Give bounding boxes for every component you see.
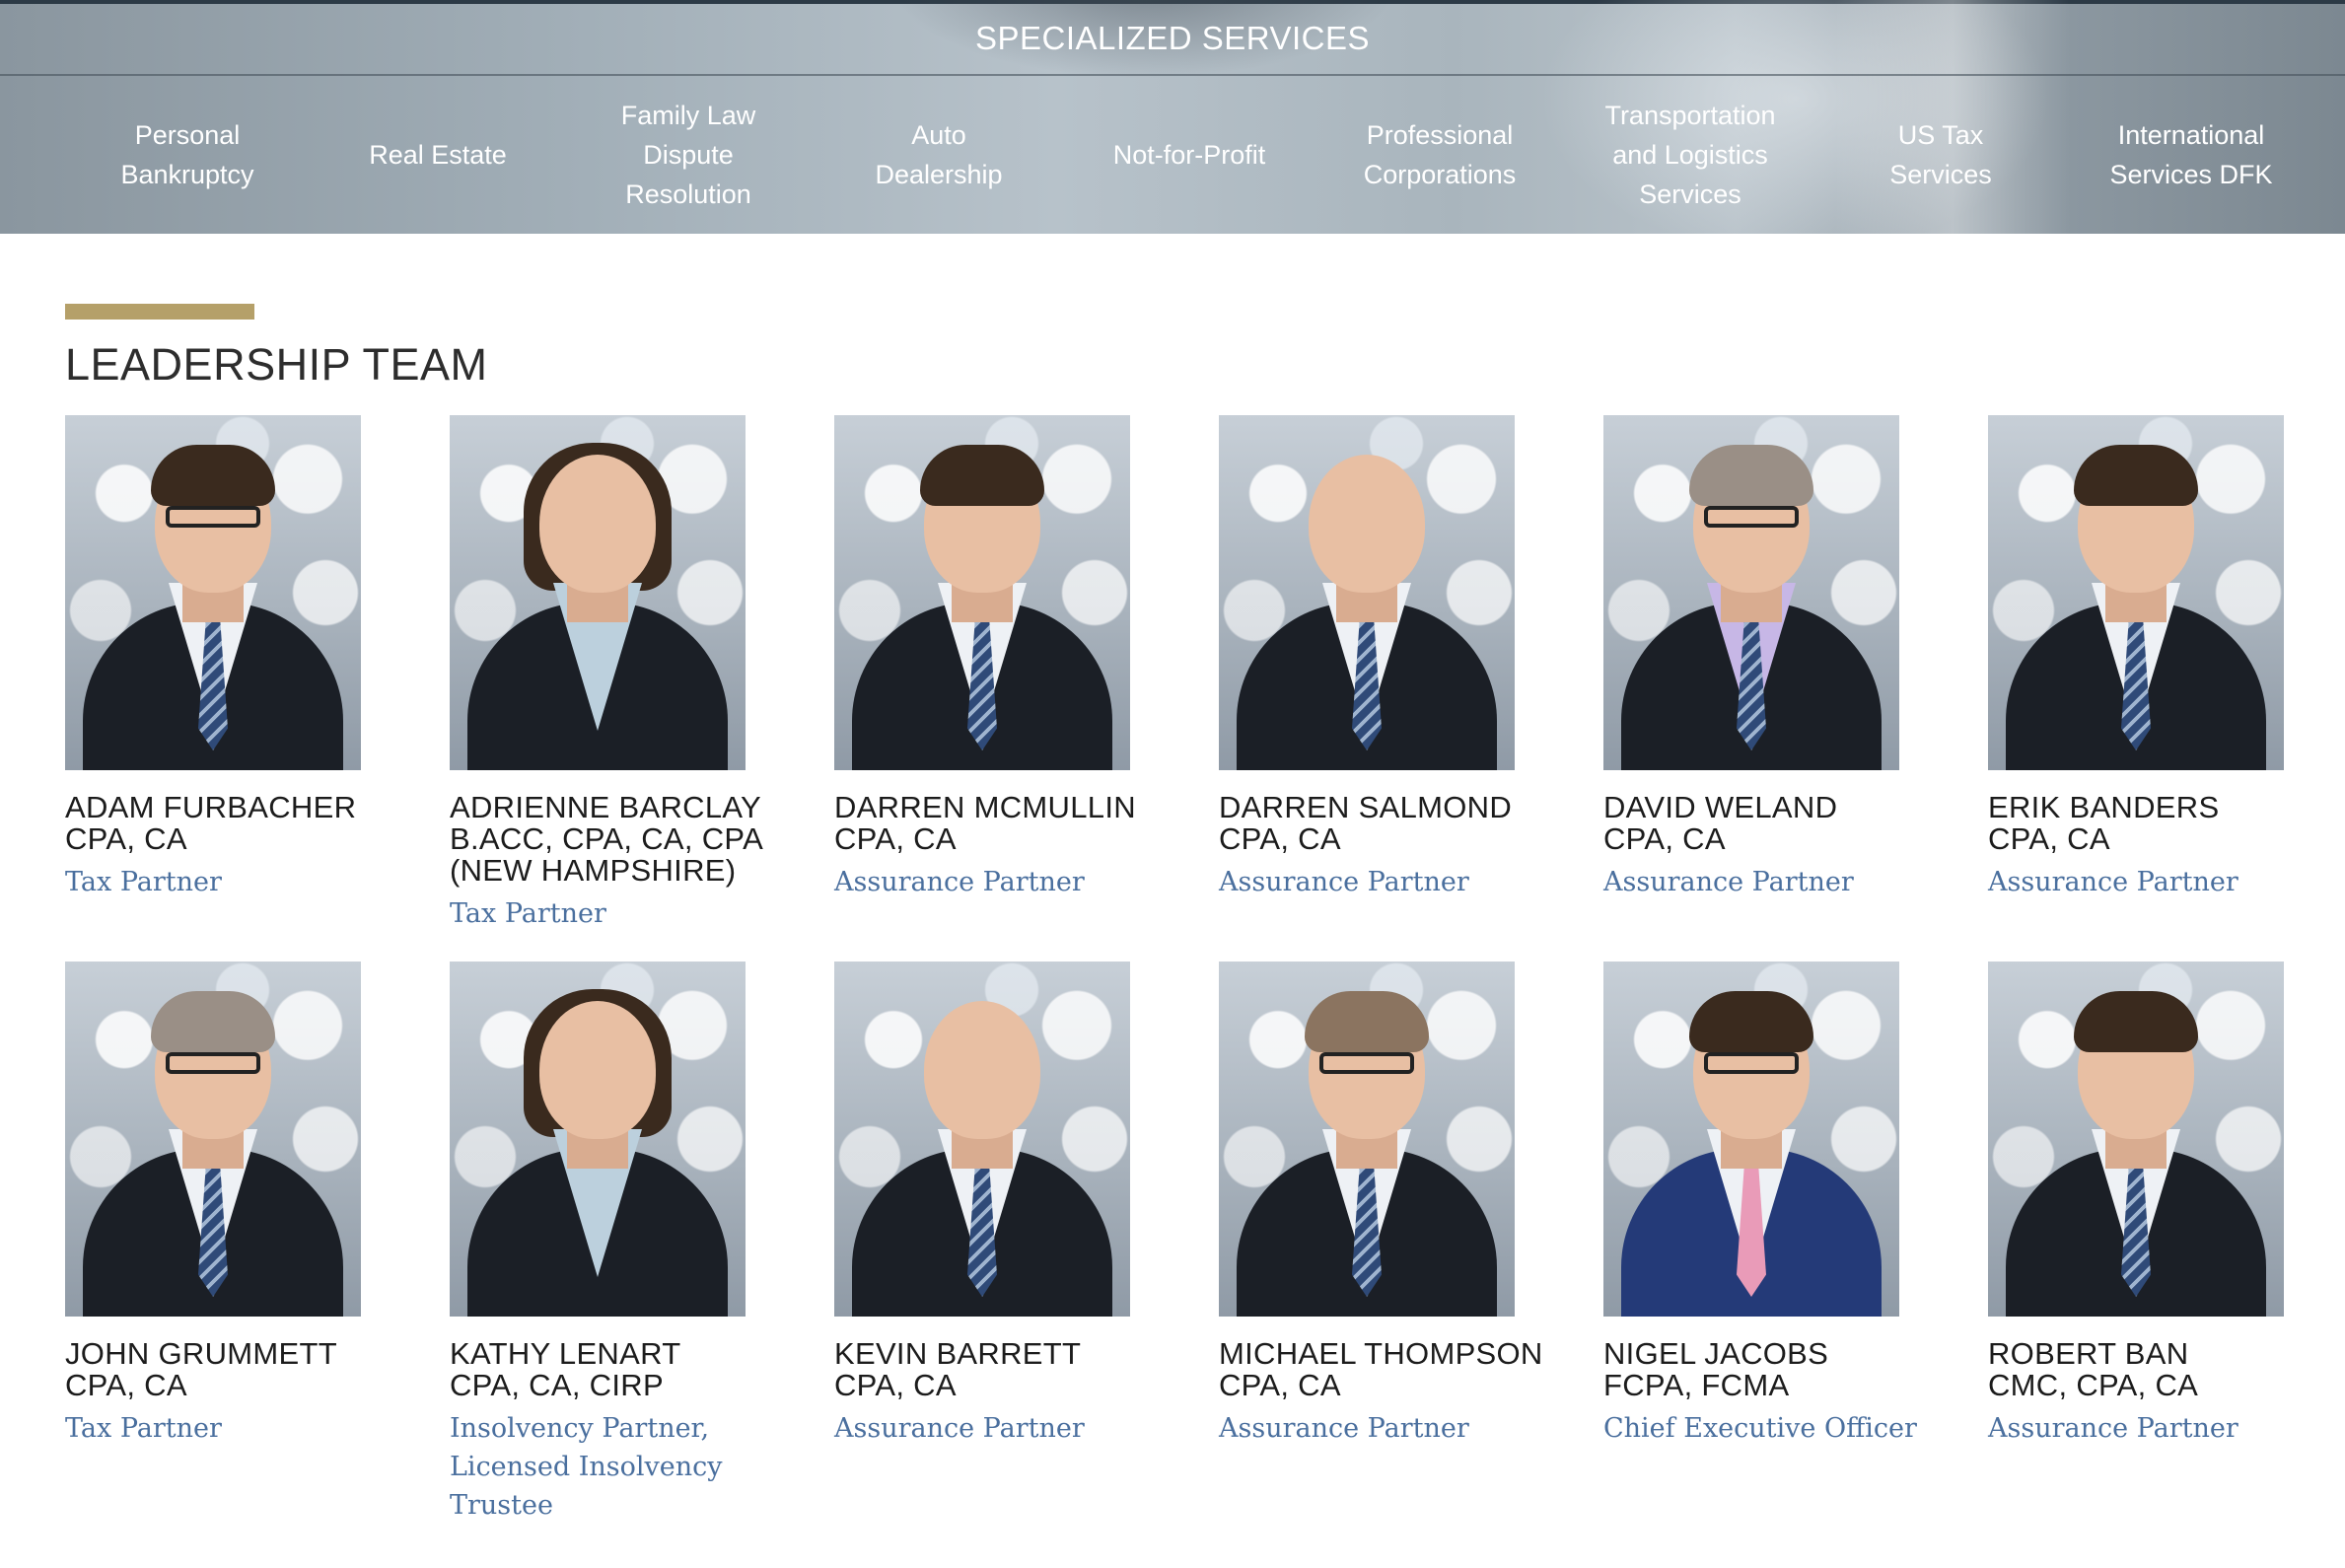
- member-credentials: CPA, CA: [1219, 821, 1341, 856]
- member-credentials: CPA, CA: [1603, 821, 1726, 856]
- member-name: DARREN SALMOND CPA, CA: [1219, 792, 1594, 855]
- team-member-card[interactable]: ADAM FURBACHER CPA, CA Tax Partner: [65, 415, 440, 901]
- specialized-services-banner: SPECIALIZED SERVICES Personal Bankruptcy …: [0, 0, 2345, 234]
- team-member-card[interactable]: NIGEL JACOBS FCPA, FCMA Chief Executive O…: [1603, 962, 1978, 1448]
- team-member-card[interactable]: DARREN SALMOND CPA, CA Assurance Partner: [1219, 415, 1594, 901]
- member-credentials: CPA, CA: [834, 1368, 957, 1402]
- member-credentials: CPA, CA: [834, 821, 957, 856]
- team-member-card[interactable]: MICHAEL THOMPSON CPA, CA Assurance Partne…: [1219, 962, 1594, 1448]
- team-member-card[interactable]: JOHN GRUMMETT CPA, CA Tax Partner: [65, 962, 440, 1448]
- service-link-real-estate[interactable]: Real Estate: [313, 135, 563, 175]
- member-role: Assurance Partner: [1988, 1413, 2238, 1444]
- service-link-professional-corporations[interactable]: Professional Corporations: [1315, 115, 1565, 194]
- service-link-us-tax[interactable]: US Tax Services: [1815, 115, 2066, 194]
- portrait-photo: [1219, 415, 1515, 770]
- team-member-card[interactable]: KEVIN BARRETT CPA, CA Assurance Partner: [834, 962, 1209, 1448]
- member-role: Chief Executive Officer: [1603, 1413, 1917, 1444]
- section-accent-bar: [65, 304, 254, 320]
- member-credentials: FCPA, FCMA: [1603, 1368, 1790, 1402]
- member-name: ADAM FURBACHER CPA, CA: [65, 792, 440, 855]
- portrait-photo: [1219, 962, 1515, 1317]
- service-link-not-for-profit[interactable]: Not-for-Profit: [1064, 135, 1315, 175]
- member-credentials: CPA, CA: [65, 821, 187, 856]
- portrait-photo: [1988, 962, 2284, 1317]
- portrait-photo: [1988, 415, 2284, 770]
- member-credentials: CPA, CA: [1219, 1368, 1341, 1402]
- portrait-photo: [450, 962, 746, 1317]
- member-name: NIGEL JACOBS FCPA, FCMA: [1603, 1338, 1978, 1401]
- member-credentials: CPA, CA: [1988, 821, 2110, 856]
- member-role: Assurance Partner: [834, 867, 1085, 897]
- member-credentials: CMC, CPA, CA: [1988, 1368, 2199, 1402]
- member-role: Insolvency Partner, Licensed Insolvency Tr…: [450, 1413, 723, 1521]
- portrait-photo: [1603, 415, 1899, 770]
- member-name: ERIK BANDERS CPA, CA: [1988, 792, 2345, 855]
- member-name: ADRIENNE BARCLAY B.ACC, CPA, CA, CPA (NEW …: [450, 792, 824, 887]
- team-member-card[interactable]: ADRIENNE BARCLAY B.ACC, CPA, CA, CPA (NEW …: [450, 415, 824, 933]
- leadership-title: LEADERSHIP TEAM: [65, 339, 488, 390]
- portrait-photo: [834, 962, 1130, 1317]
- team-member-card[interactable]: DARREN MCMULLIN CPA, CA Assurance Partner: [834, 415, 1209, 901]
- service-link-international-dfk[interactable]: International Services DFK: [2066, 115, 2316, 194]
- portrait-photo: [65, 415, 361, 770]
- service-link-transportation-logistics[interactable]: Transportation and Logistics Services: [1565, 96, 1815, 214]
- member-name: DAVID WELAND CPA, CA: [1603, 792, 1978, 855]
- team-member-card[interactable]: ERIK BANDERS CPA, CA Assurance Partner: [1988, 415, 2345, 901]
- member-role: Tax Partner: [65, 1413, 222, 1444]
- member-credentials: B.ACC, CPA, CA, CPA (NEW HAMPSHIRE): [450, 821, 764, 888]
- member-name: KEVIN BARRETT CPA, CA: [834, 1338, 1209, 1401]
- member-role: Assurance Partner: [1988, 867, 2238, 897]
- team-member-card[interactable]: DAVID WELAND CPA, CA Assurance Partner: [1603, 415, 1978, 901]
- service-link-personal-bankruptcy[interactable]: Personal Bankruptcy: [62, 115, 313, 194]
- member-role: Assurance Partner: [1219, 867, 1469, 897]
- member-credentials: CPA, CA: [65, 1368, 187, 1402]
- portrait-photo: [834, 415, 1130, 770]
- member-role: Tax Partner: [450, 898, 606, 929]
- member-name: MICHAEL THOMPSON CPA, CA: [1219, 1338, 1594, 1401]
- member-role: Assurance Partner: [834, 1413, 1085, 1444]
- portrait-photo: [65, 962, 361, 1317]
- member-name: KATHY LENART CPA, CA, CIRP: [450, 1338, 824, 1401]
- member-role: Tax Partner: [65, 867, 222, 897]
- team-member-card[interactable]: ROBERT BAN CMC, CPA, CA Assurance Partner: [1988, 962, 2345, 1448]
- member-name: JOHN GRUMMETT CPA, CA: [65, 1338, 440, 1401]
- portrait-photo: [450, 415, 746, 770]
- service-link-family-law[interactable]: Family Law Dispute Resolution: [563, 96, 814, 214]
- member-role: Assurance Partner: [1219, 1413, 1469, 1444]
- member-name: DARREN MCMULLIN CPA, CA: [834, 792, 1209, 855]
- service-link-auto-dealership[interactable]: Auto Dealership: [814, 115, 1064, 194]
- services-title: SPECIALIZED SERVICES: [974, 20, 1371, 56]
- member-role: Assurance Partner: [1603, 867, 1854, 897]
- member-name: ROBERT BAN CMC, CPA, CA: [1988, 1338, 2345, 1401]
- portrait-photo: [1603, 962, 1899, 1317]
- services-nav: Personal Bankruptcy Real Estate Family La…: [62, 76, 2320, 234]
- team-member-card[interactable]: KATHY LENART CPA, CA, CIRP Insolvency Par…: [450, 962, 824, 1525]
- member-credentials: CPA, CA, CIRP: [450, 1368, 664, 1402]
